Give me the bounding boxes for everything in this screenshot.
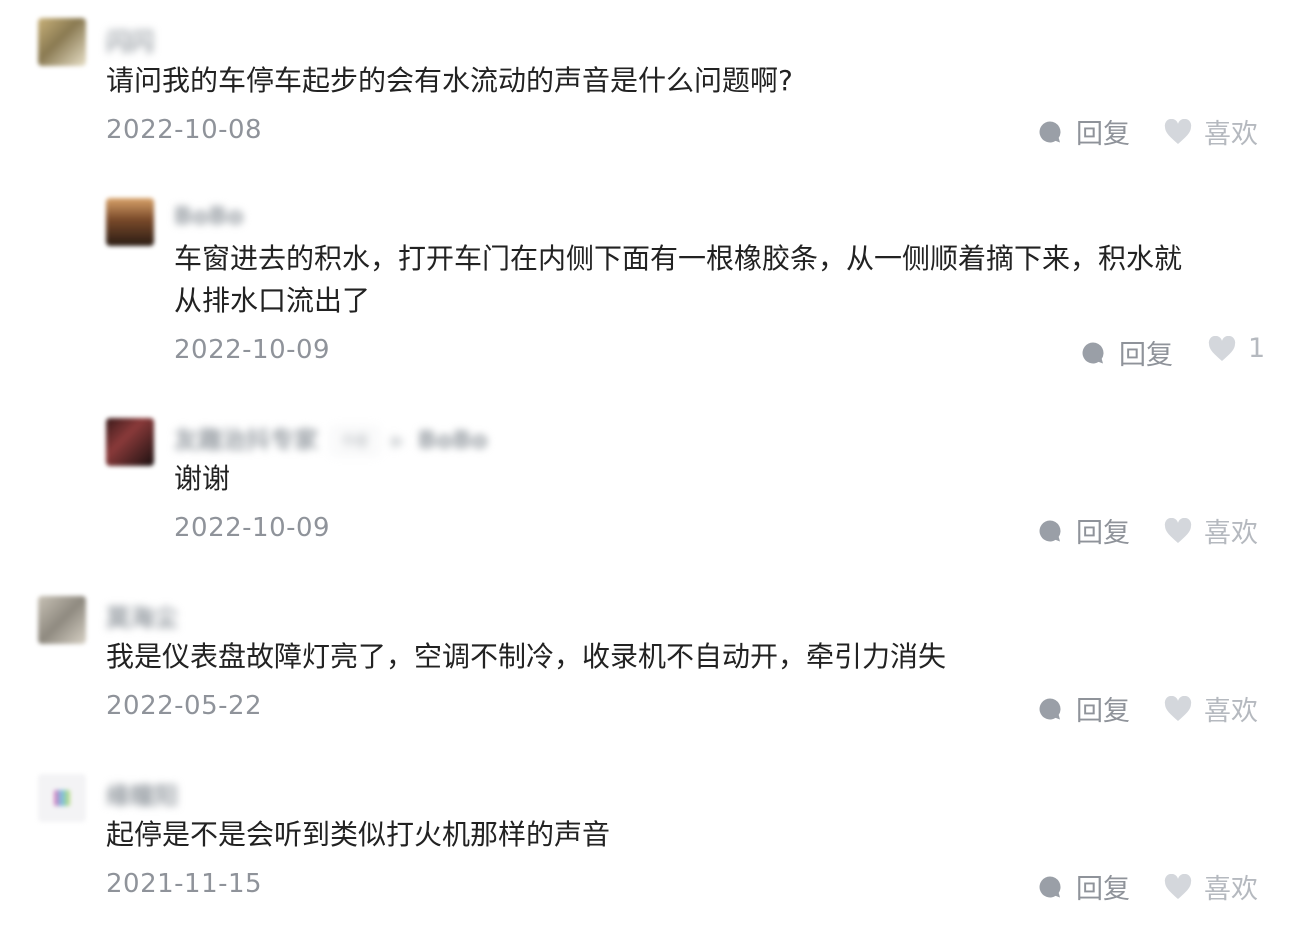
- heart-icon: [1164, 695, 1192, 721]
- username[interactable]: 缘瞳阳: [106, 776, 178, 811]
- like-button[interactable]: 喜欢: [1164, 112, 1258, 151]
- like-count: 1: [1248, 333, 1266, 364]
- comment-text: 请问我的车停车起步的会有水流动的声音是什么问题啊?: [106, 64, 793, 97]
- heart-icon: [1164, 873, 1192, 899]
- like-button[interactable]: 喜欢: [1164, 867, 1258, 906]
- avatar[interactable]: [106, 418, 154, 466]
- reply-label: 回复: [1076, 518, 1130, 549]
- reply-button[interactable]: 回复: [1038, 689, 1130, 728]
- avatar[interactable]: [38, 596, 86, 644]
- comment-text: 车窗进去的积水，打开车门在内侧下面有一根橡胶条，从一侧顺着摘下来，积水就 从排水…: [174, 242, 1183, 317]
- comment-bubble-icon: [1039, 698, 1061, 719]
- username[interactable]: 莫海尘: [106, 598, 178, 633]
- reply-button[interactable]: 回复: [1038, 867, 1130, 906]
- comment-date: 2021-11-15: [106, 869, 263, 899]
- reply-label: 回复: [1119, 340, 1173, 371]
- like-button[interactable]: 1: [1208, 333, 1265, 364]
- like-label: 喜欢: [1204, 518, 1258, 549]
- reply-label: 回复: [1076, 696, 1130, 727]
- username[interactable]: 友趣治抖专家: [174, 426, 318, 454]
- comment-text: 谢谢: [174, 462, 231, 495]
- avatar[interactable]: [38, 774, 86, 822]
- comment-date: 2022-05-22: [106, 691, 263, 721]
- like-label: 喜欢: [1204, 874, 1258, 905]
- reply-button[interactable]: 回复: [1038, 511, 1130, 550]
- like-button[interactable]: 喜欢: [1164, 511, 1258, 550]
- reply-label: 回复: [1076, 119, 1130, 150]
- like-label: 喜欢: [1204, 696, 1258, 727]
- author-badge: 作者: [332, 428, 378, 454]
- username[interactable]: 闪闪: [106, 22, 154, 57]
- comment-text: 我是仪表盘故障灯亮了，空调不制冷，收录机不自动开，牵引力消失: [106, 640, 947, 673]
- like-label: 喜欢: [1204, 119, 1258, 150]
- comment-text: 起停是不是会听到类似打火机那样的声音: [106, 818, 611, 851]
- comment-bubble-icon: [1082, 342, 1104, 363]
- heart-icon: [1164, 118, 1192, 144]
- reply-button[interactable]: 回复: [1038, 112, 1130, 151]
- reply-arrow-icon: ▸: [392, 426, 405, 454]
- reply-label: 回复: [1076, 874, 1130, 905]
- heart-icon: [1164, 517, 1192, 543]
- comment-date: 2022-10-08: [106, 115, 263, 145]
- reply-to-username[interactable]: BoBo: [418, 426, 488, 454]
- avatar[interactable]: [38, 18, 86, 66]
- comment-date: 2022-10-09: [174, 513, 331, 543]
- heart-icon: [1208, 335, 1236, 361]
- username[interactable]: BoBo: [174, 202, 244, 230]
- comment-bubble-icon: [1039, 876, 1061, 897]
- avatar[interactable]: [106, 198, 154, 246]
- comment-date: 2022-10-09: [174, 335, 331, 365]
- like-button[interactable]: 喜欢: [1164, 689, 1258, 728]
- reply-button[interactable]: 回复: [1081, 333, 1173, 372]
- comment-bubble-icon: [1039, 120, 1061, 142]
- username-line: 友趣治抖专家 作者 ▸ BoBo: [174, 420, 488, 455]
- comment-bubble-icon: [1039, 520, 1061, 541]
